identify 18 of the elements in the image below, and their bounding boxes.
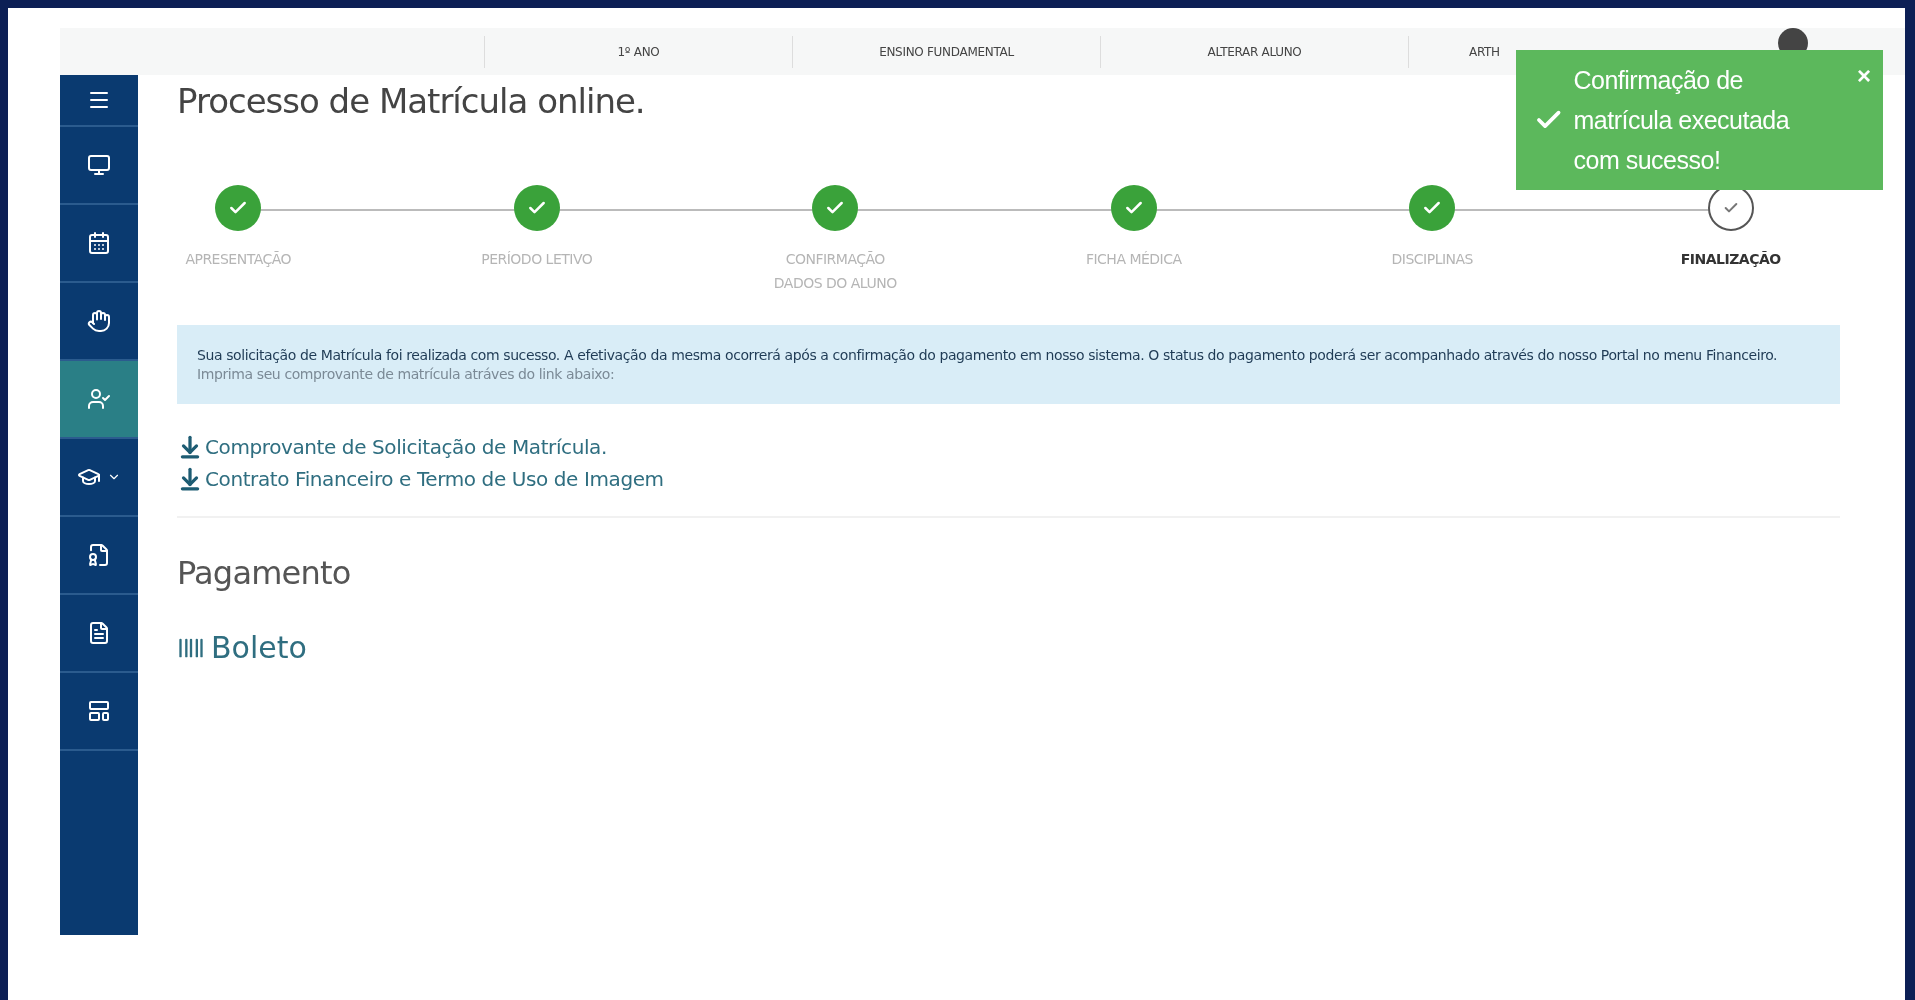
download-link[interactable]: Comprovante de Solicitação de Matrícula. (177, 434, 607, 460)
top-bar-link[interactable]: 1º ANO (617, 44, 660, 59)
page-title: Processo de Matrícula online. (177, 81, 645, 121)
boleto-link[interactable]: Boleto (177, 630, 307, 665)
user-name[interactable]: ARTH (1469, 44, 1500, 59)
download-link[interactable]: Contrato Financeiro e Termo de Uso de Imagem (177, 466, 664, 492)
alert-message: Sua solicitação de Matrícula foi realizada com sucesso. A efetivação da mesma ocorrerá após a confirmação do pagamento em nosso sistema. O status do pagamento poderá ser acompanhado através do nosso Portal no menu Financeiro. (197, 347, 1779, 364)
step-label: PERÍODO LETIVO (480, 250, 594, 269)
toast-message: Confirmação de matrícula executada com sucesso! (1573, 65, 1791, 176)
top-bar-link[interactable]: ALTERAR ALUNO (1207, 44, 1302, 59)
step-label: CONFIRMAÇÃO DADOS DO ALUNO (772, 250, 898, 293)
step-label: DISCIPLINAS (1390, 250, 1474, 269)
top-bar-link[interactable]: ENSINO FUNDAMENTAL (879, 44, 1014, 59)
section-heading: Pagamento (177, 554, 352, 592)
step-label: FINALIZAÇÃO (1679, 250, 1782, 269)
alert-hint: Imprima seu comprovante de matrícula atráves do link abaixo: (197, 365, 616, 384)
step-label: APRESENTAÇÃO (184, 250, 293, 269)
step-label: FICHA MÉDICA (1084, 250, 1183, 269)
